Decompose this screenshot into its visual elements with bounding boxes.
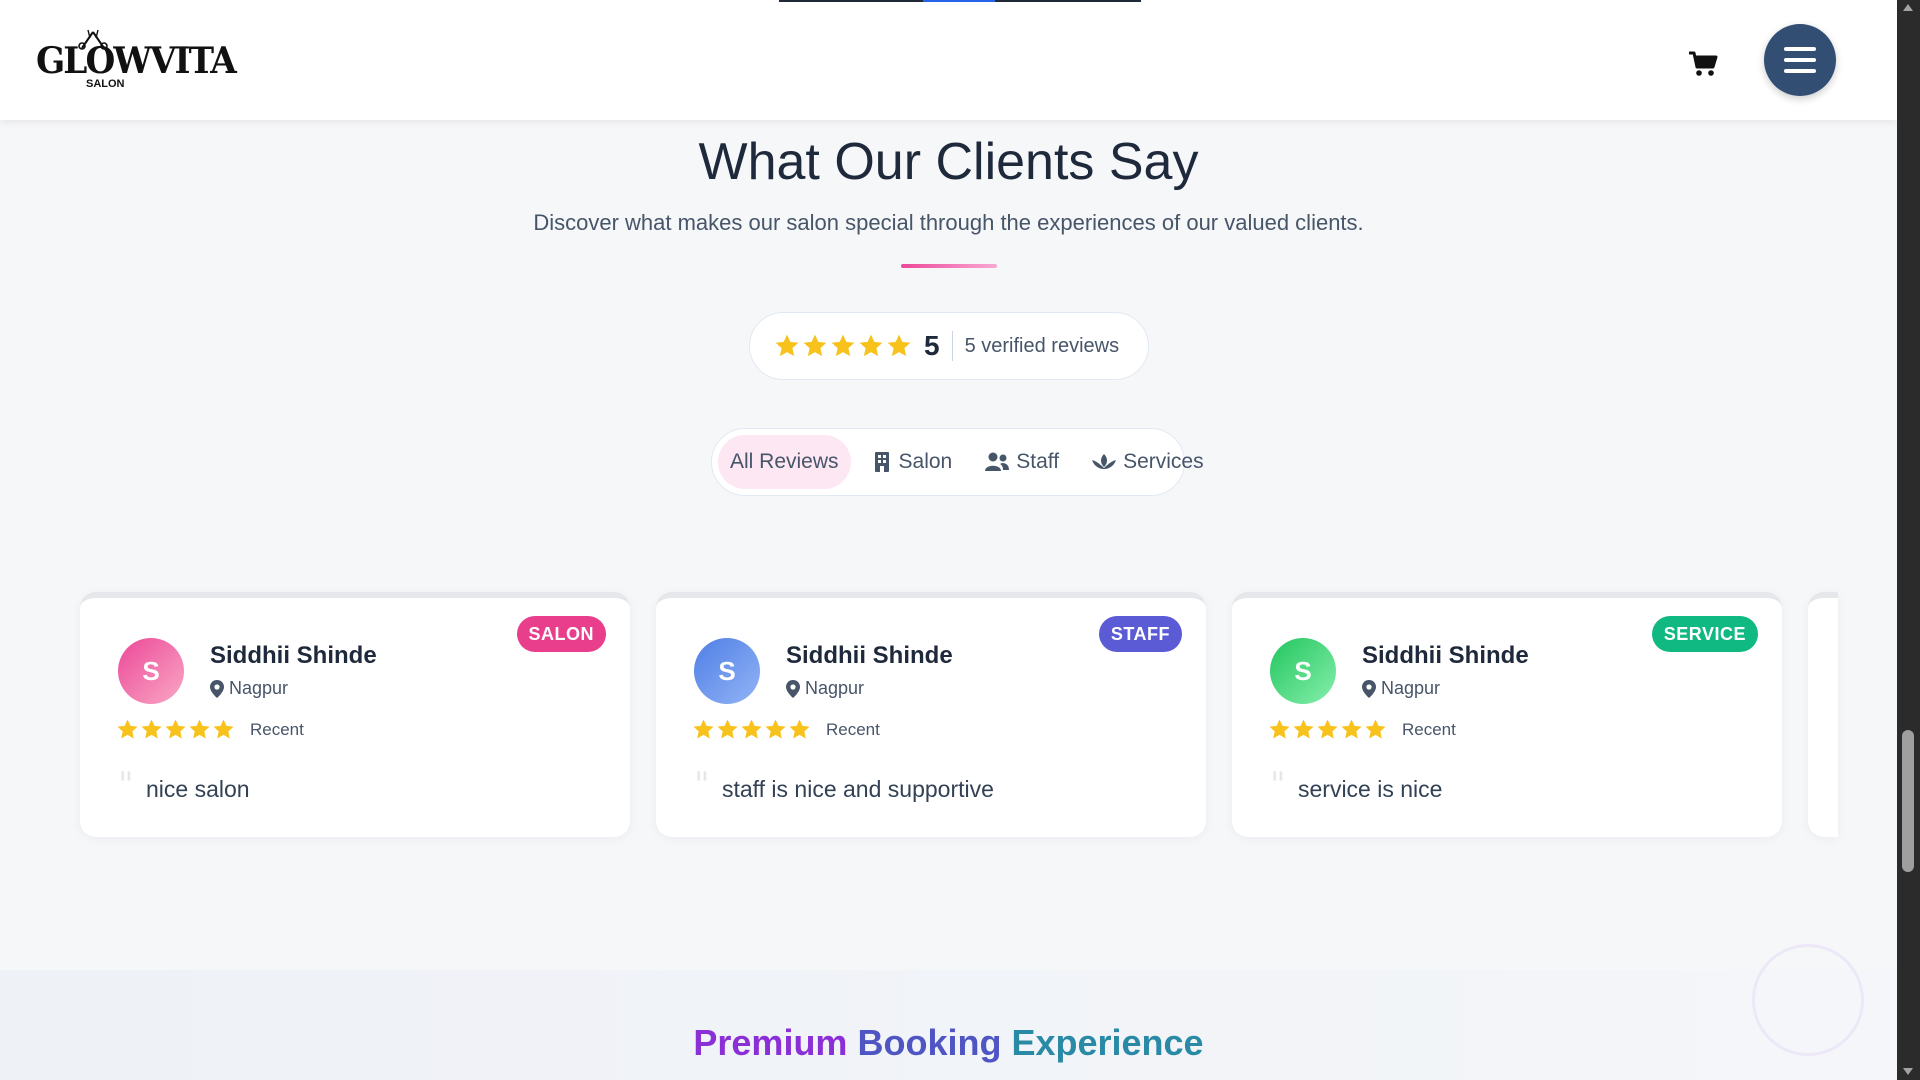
scroll-progress-bar xyxy=(779,0,1141,2)
tab-label: Services xyxy=(1123,450,1204,473)
scrollbar-thumb[interactable] xyxy=(1902,730,1914,872)
reviewer-location: Nagpur xyxy=(1362,678,1440,699)
review-card: S Siddhii Shinde Nagpur STAFF Recent " s… xyxy=(656,592,1206,837)
review-text: service is nice xyxy=(1298,776,1443,802)
star-icon xyxy=(717,719,738,739)
scroll-progress-fill xyxy=(923,0,995,2)
map-pin-icon xyxy=(1362,679,1376,698)
section-title: What Our Clients Say xyxy=(698,133,1199,191)
review-card-next-peek[interactable] xyxy=(1808,592,1838,837)
star-icon xyxy=(803,334,827,357)
avatar: S xyxy=(694,638,760,704)
quote-icon: " xyxy=(1270,765,1286,805)
location-text: Nagpur xyxy=(805,678,865,698)
quote-icon: " xyxy=(694,765,710,805)
tab-staff[interactable]: Staff xyxy=(972,435,1071,489)
review-recency: Recent xyxy=(1402,719,1456,739)
star-icon xyxy=(1365,719,1386,739)
tab-label: All Reviews xyxy=(730,450,839,473)
vertical-scrollbar[interactable] xyxy=(1897,0,1920,1080)
page: GLOWVITA SALON What Our Clients Say Disc… xyxy=(0,0,1897,1080)
average-rating: 5 xyxy=(924,330,940,361)
title-word: Premium xyxy=(693,1022,848,1063)
review-category-badge: SALON xyxy=(516,616,606,652)
divider xyxy=(951,331,953,361)
location-text: Nagpur xyxy=(229,678,289,698)
review-count: 5 verified reviews xyxy=(964,334,1120,357)
quote-icon: " xyxy=(118,765,134,805)
star-icon xyxy=(887,334,911,357)
tab-services[interactable]: Services xyxy=(1079,435,1216,489)
review-stars: Recent xyxy=(1268,718,1456,741)
review-text: nice salon xyxy=(146,776,250,802)
logo-subtext: SALON xyxy=(86,78,125,90)
star-icon xyxy=(1293,719,1314,739)
title-word: Experience xyxy=(1011,1022,1204,1063)
reviewer-location: Nagpur xyxy=(786,678,864,699)
star-icon xyxy=(859,334,883,357)
booking-section-title: Premium Booking Experience xyxy=(0,1022,1897,1064)
tab-salon[interactable]: Salon xyxy=(859,435,965,489)
star-icon xyxy=(189,719,210,739)
spa-icon xyxy=(1092,454,1117,469)
map-pin-icon xyxy=(786,679,800,698)
review-stars: Recent xyxy=(116,718,304,741)
hamburger-menu-icon xyxy=(1784,47,1816,51)
rating-summary: 5 5 verified reviews xyxy=(749,312,1149,380)
review-filter-tabs: All Reviews Salon Staff Services xyxy=(711,428,1204,496)
map-pin-icon xyxy=(210,679,224,698)
review-recency: Recent xyxy=(250,719,304,739)
tab-all-reviews[interactable]: All Reviews xyxy=(718,435,851,489)
review-category-badge: STAFF xyxy=(1098,616,1182,652)
location-text: Nagpur xyxy=(1381,678,1441,698)
star-icon xyxy=(789,719,810,739)
review-card: S Siddhii Shinde Nagpur SALON Recent " n… xyxy=(80,592,630,837)
scroll-down-arrow-icon[interactable] xyxy=(1903,1068,1913,1075)
star-icon xyxy=(1269,719,1290,739)
star-icon xyxy=(775,334,799,357)
review-recency: Recent xyxy=(826,719,880,739)
star-icon xyxy=(741,719,762,739)
reviewer-name: Siddhii Shinde xyxy=(1362,642,1529,669)
reviewer-name: Siddhii Shinde xyxy=(786,642,953,669)
star-icon xyxy=(117,719,138,739)
title-underline xyxy=(901,264,997,268)
hamburger-line xyxy=(1784,69,1816,73)
star-icon xyxy=(831,334,855,357)
title-word: Booking xyxy=(857,1022,1002,1063)
salon-logo[interactable]: GLOWVITA SALON xyxy=(36,28,237,92)
star-icon xyxy=(1317,719,1338,739)
logo-wordmark: GLOWVITA xyxy=(36,40,237,82)
building-icon xyxy=(874,452,889,472)
tab-label: Salon xyxy=(898,450,953,473)
star-icon xyxy=(165,719,186,739)
review-text: staff is nice and supportive xyxy=(722,776,994,802)
summary-stars xyxy=(774,333,912,359)
hamburger-line xyxy=(1784,58,1816,62)
reviewer-location: Nagpur xyxy=(210,678,288,699)
site-header: GLOWVITA SALON xyxy=(0,0,1897,120)
avatar: S xyxy=(1270,638,1336,704)
review-category-badge: SERVICE xyxy=(1651,616,1758,652)
users-icon xyxy=(985,452,1010,471)
review-stars: Recent xyxy=(692,718,880,741)
star-icon xyxy=(213,719,234,739)
star-icon xyxy=(141,719,162,739)
section-subtitle: Discover what makes our salon special th… xyxy=(533,210,1364,235)
review-card: S Siddhii Shinde Nagpur SERVICE Recent "… xyxy=(1232,592,1782,837)
scroll-up-arrow-icon[interactable] xyxy=(1903,4,1913,11)
star-icon xyxy=(693,719,714,739)
star-icon xyxy=(765,719,786,739)
star-icon xyxy=(1341,719,1362,739)
hamburger-menu-button[interactable] xyxy=(1764,24,1836,96)
avatar: S xyxy=(118,638,184,704)
tab-label: Staff xyxy=(1016,450,1060,473)
cart-icon[interactable] xyxy=(1688,50,1718,78)
reviewer-name: Siddhii Shinde xyxy=(210,642,377,669)
